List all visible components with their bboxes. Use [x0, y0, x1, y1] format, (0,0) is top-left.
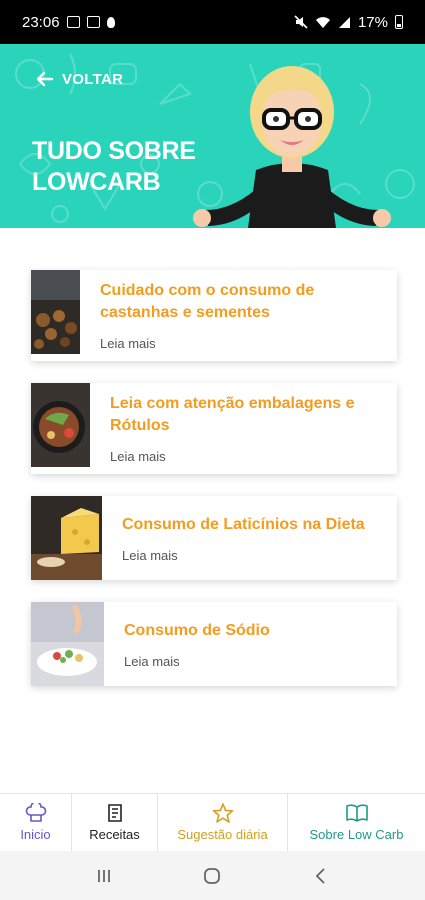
arrow-left-icon: [36, 71, 54, 87]
nav-label: Sugestão diária: [177, 827, 268, 842]
signal-icon: [338, 16, 350, 28]
article-card-embalagens[interactable]: Leia com atenção embalagens e Rótulos Le…: [31, 383, 397, 474]
open-book-icon: [345, 804, 368, 822]
wifi-icon: [315, 16, 330, 28]
star-icon: [212, 803, 233, 823]
battery-icon: [395, 15, 403, 29]
article-text: Consumo de Sódio Leia mais: [104, 602, 282, 686]
article-title: Consumo de Laticínios na Dieta: [122, 515, 365, 533]
chef-hat-icon: [25, 803, 46, 822]
nav-sugestao-diaria[interactable]: Sugestão diária: [158, 794, 288, 851]
photo-notification-icon: [66, 16, 80, 28]
back-button[interactable]: VOLTAR: [36, 70, 123, 88]
home-icon[interactable]: [202, 866, 222, 886]
app-screen: 23:06 17% VOLTAR TUDO SOBRE LOWCARB Cuid…: [0, 0, 425, 900]
article-thumbnail-nuts: [31, 270, 80, 354]
article-title: Consumo de Sódio: [124, 621, 270, 639]
article-text: Cuidado com o consumo de castanhas e sem…: [80, 270, 397, 361]
recent-apps-icon[interactable]: [94, 866, 114, 886]
back-nav-icon[interactable]: [311, 866, 331, 886]
mascot-avatar-illustration: [193, 66, 391, 228]
gallery-notification-icon: [86, 16, 100, 28]
article-card-laticinios[interactable]: Consumo de Laticínios na Dieta Leia mais: [31, 496, 397, 580]
article-card-castanhas[interactable]: Cuidado com o consumo de castanhas e sem…: [31, 270, 397, 361]
nav-sobre-low-carb[interactable]: Sobre Low Carb: [288, 794, 425, 851]
read-more-link[interactable]: Leia mais: [122, 548, 365, 563]
bottom-navigation: Inicio Receitas Sugestão diária Sobre Lo…: [0, 793, 425, 851]
page-title: TUDO SOBRE LOWCARB: [32, 137, 196, 196]
nav-label: Inicio: [20, 827, 51, 842]
back-label: VOLTAR: [62, 70, 124, 88]
nav-inicio[interactable]: Inicio: [0, 794, 72, 851]
read-more-link[interactable]: Leia mais: [124, 654, 270, 669]
nav-label: Receitas: [89, 827, 140, 842]
bulb-notification-icon: [106, 16, 115, 28]
read-more-link[interactable]: Leia mais: [110, 449, 385, 464]
article-title: Cuidado com o consumo de castanhas e sem…: [100, 282, 315, 321]
page-header: VOLTAR TUDO SOBRE LOWCARB: [0, 44, 425, 228]
nav-receitas[interactable]: Receitas: [72, 794, 158, 851]
article-title: Leia com atenção embalagens e Rótulos: [110, 395, 355, 434]
article-thumbnail-plate: [31, 383, 90, 467]
status-bar: 23:06 17%: [0, 0, 425, 44]
article-thumbnail-cheese: [31, 496, 102, 580]
system-navigation-bar: [0, 851, 425, 900]
article-text: Leia com atenção embalagens e Rótulos Le…: [90, 383, 397, 474]
nav-label: Sobre Low Carb: [309, 827, 404, 842]
battery-percent: 17%: [357, 13, 388, 31]
read-more-link[interactable]: Leia mais: [100, 336, 385, 351]
mute-icon: [294, 15, 308, 29]
article-text: Consumo de Laticínios na Dieta Leia mais: [102, 496, 377, 580]
status-time: 23:06: [22, 13, 60, 31]
article-list: Cuidado com o consumo de castanhas e sem…: [31, 270, 397, 708]
recipe-book-icon: [107, 804, 122, 822]
article-card-sodio[interactable]: Consumo de Sódio Leia mais: [31, 602, 397, 686]
article-thumbnail-salad: [31, 602, 104, 686]
